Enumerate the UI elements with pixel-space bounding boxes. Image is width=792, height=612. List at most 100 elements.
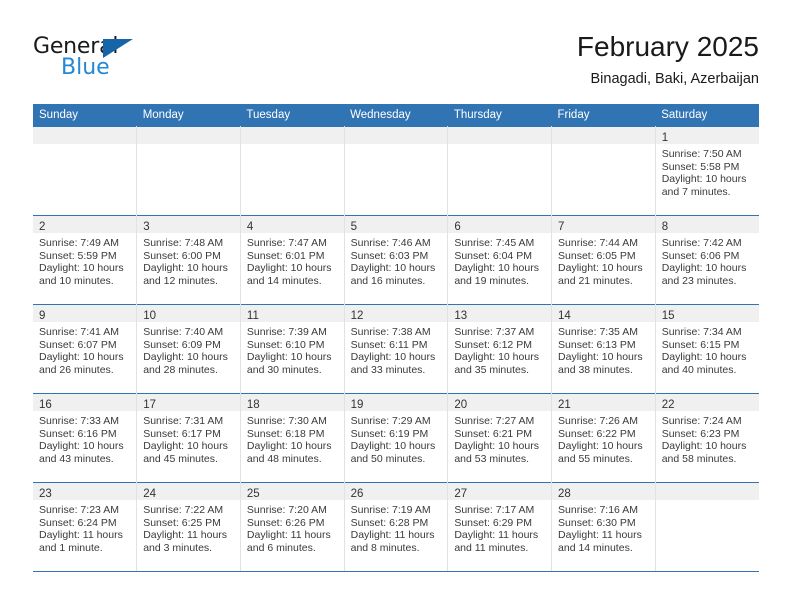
page-subtitle: Binagadi, Baki, Azerbaijan xyxy=(590,71,759,87)
day-details: Sunrise: 7:48 AM Sunset: 6:00 PM Daylight:… xyxy=(137,233,240,287)
sunrise-text: Sunrise: 7:19 AM xyxy=(350,504,431,516)
daylight-text: Daylight: 10 hours and 58 minutes. xyxy=(661,440,747,465)
day-details: Sunrise: 7:46 AM Sunset: 6:03 PM Daylight:… xyxy=(345,233,448,287)
sunrise-text: Sunrise: 7:45 AM xyxy=(454,237,535,249)
calendar-page: General Blue February 2025 Binagadi, Bak… xyxy=(0,0,792,612)
day-cell-content: 11 Sunrise: 7:39 AM Sunset: 6:10 PM Dayligh… xyxy=(240,305,344,393)
day-number: 4 xyxy=(246,221,254,233)
sunrise-text: Sunrise: 7:42 AM xyxy=(661,237,742,249)
calendar-day-cell[interactable]: 12 Sunrise: 7:38 AM Sunset: 6:11 PM Dayligh… xyxy=(344,304,449,394)
sunrise-text: Sunrise: 7:20 AM xyxy=(246,504,327,516)
day-number-band: 28 xyxy=(552,483,655,500)
day-details: Sunrise: 7:42 AM Sunset: 6:06 PM Daylight:… xyxy=(656,233,759,287)
sunset-text: Sunset: 6:24 PM xyxy=(39,516,117,529)
calendar-day-cell[interactable]: 22 Sunrise: 7:24 AM Sunset: 6:23 PM Dayligh… xyxy=(655,393,759,483)
daylight-text: Daylight: 10 hours and 7 minutes. xyxy=(661,173,747,198)
calendar-day-cell[interactable]: 15 Sunrise: 7:34 AM Sunset: 6:15 PM Dayligh… xyxy=(655,304,759,394)
calendar-day-cell[interactable]: 23 Sunrise: 7:23 AM Sunset: 6:24 PM Dayligh… xyxy=(33,482,138,572)
calendar-day-cell[interactable]: 14 Sunrise: 7:35 AM Sunset: 6:13 PM Dayligh… xyxy=(551,304,656,394)
calendar-day-cell[interactable]: 16 Sunrise: 7:33 AM Sunset: 6:16 PM Dayligh… xyxy=(33,393,138,483)
sunset-text: Sunset: 6:03 PM xyxy=(350,249,429,262)
day-details: Sunrise: 7:50 AM Sunset: 5:58 PM Daylight:… xyxy=(656,144,759,198)
sunset-text: Sunset: 6:18 PM xyxy=(246,427,325,440)
calendar-day-cell[interactable]: 4 Sunrise: 7:47 AM Sunset: 6:01 PM Daylight… xyxy=(240,215,345,305)
day-number-band: 14 xyxy=(552,305,655,322)
sunrise-text: Sunrise: 7:30 AM xyxy=(246,415,327,427)
sunrise-text: Sunrise: 7:27 AM xyxy=(454,415,535,427)
day-cell-content: 22 Sunrise: 7:24 AM Sunset: 6:23 PM Dayligh… xyxy=(655,394,759,482)
day-number-band xyxy=(655,483,759,500)
calendar-day-cell[interactable]: 10 Sunrise: 7:40 AM Sunset: 6:09 PM Dayligh… xyxy=(136,304,241,394)
daylight-text: Daylight: 10 hours and 45 minutes. xyxy=(143,440,228,465)
weekday-header-thursday: Thursday xyxy=(447,104,552,127)
day-cell-content: 28 Sunrise: 7:16 AM Sunset: 6:30 PM Dayligh… xyxy=(552,483,655,571)
calendar-day-cell[interactable]: 17 Sunrise: 7:31 AM Sunset: 6:17 PM Dayligh… xyxy=(136,393,241,483)
day-number-band xyxy=(344,127,448,144)
day-number-band: 25 xyxy=(240,483,344,500)
sunrise-text: Sunrise: 7:41 AM xyxy=(39,326,119,338)
sunset-text: Sunset: 6:19 PM xyxy=(350,427,429,440)
day-cell-content: 9 Sunrise: 7:41 AM Sunset: 6:07 PM Daylight… xyxy=(33,305,137,393)
sunrise-text: Sunrise: 7:40 AM xyxy=(143,326,224,338)
calendar-week-row: 9 Sunrise: 7:41 AM Sunset: 6:07 PM Daylight… xyxy=(33,304,759,394)
calendar-day-cell[interactable]: 1 Sunrise: 7:50 AM Sunset: 5:58 PM Daylight… xyxy=(655,126,759,216)
sunrise-text: Sunrise: 7:47 AM xyxy=(246,237,327,249)
day-number: 25 xyxy=(246,488,260,500)
day-cell-content: 14 Sunrise: 7:35 AM Sunset: 6:13 PM Dayligh… xyxy=(552,305,655,393)
calendar-day-cell[interactable]: 21 Sunrise: 7:26 AM Sunset: 6:22 PM Dayligh… xyxy=(551,393,656,483)
calendar-day-cell[interactable]: 25 Sunrise: 7:20 AM Sunset: 6:26 PM Dayligh… xyxy=(240,482,345,572)
day-details: Sunrise: 7:16 AM Sunset: 6:30 PM Daylight:… xyxy=(552,500,655,554)
day-number-band: 12 xyxy=(344,305,448,322)
day-number-band: 13 xyxy=(448,305,552,322)
daylight-text: Daylight: 10 hours and 10 minutes. xyxy=(39,262,124,287)
calendar-day-cell[interactable]: 8 Sunrise: 7:42 AM Sunset: 6:06 PM Daylight… xyxy=(655,215,759,305)
day-cell-content: 7 Sunrise: 7:44 AM Sunset: 6:05 PM Daylight… xyxy=(552,216,655,304)
daylight-text: Daylight: 10 hours and 50 minutes. xyxy=(350,440,436,465)
day-number-band: 18 xyxy=(240,394,344,411)
calendar-day-cell[interactable]: 2 Sunrise: 7:49 AM Sunset: 5:59 PM Daylight… xyxy=(33,215,138,305)
sunrise-text: Sunrise: 7:49 AM xyxy=(39,237,119,249)
day-number: 24 xyxy=(143,488,156,500)
calendar-day-cell[interactable]: 13 Sunrise: 7:37 AM Sunset: 6:12 PM Dayligh… xyxy=(447,304,553,394)
calendar-day-cell[interactable]: 7 Sunrise: 7:44 AM Sunset: 6:05 PM Daylight… xyxy=(551,215,656,305)
day-number: 15 xyxy=(661,310,675,322)
calendar-day-cell[interactable]: 19 Sunrise: 7:29 AM Sunset: 6:19 PM Dayligh… xyxy=(344,393,449,483)
day-cell-content: 6 Sunrise: 7:45 AM Sunset: 6:04 PM Daylight… xyxy=(448,216,552,304)
calendar-day-cell[interactable]: 26 Sunrise: 7:19 AM Sunset: 6:28 PM Dayligh… xyxy=(344,482,449,572)
daylight-text: Daylight: 10 hours and 19 minutes. xyxy=(454,262,539,287)
day-cell-content: 19 Sunrise: 7:29 AM Sunset: 6:19 PM Dayligh… xyxy=(344,394,448,482)
calendar-day-cell[interactable]: 6 Sunrise: 7:45 AM Sunset: 6:04 PM Daylight… xyxy=(447,215,553,305)
calendar-day-cell[interactable]: 11 Sunrise: 7:39 AM Sunset: 6:10 PM Dayligh… xyxy=(240,304,345,394)
day-details: Sunrise: 7:40 AM Sunset: 6:09 PM Daylight:… xyxy=(137,322,240,376)
day-details: Sunrise: 7:33 AM Sunset: 6:16 PM Daylight:… xyxy=(33,411,136,465)
day-details: Sunrise: 7:37 AM Sunset: 6:12 PM Daylight:… xyxy=(448,322,551,376)
calendar-day-cell[interactable]: 5 Sunrise: 7:46 AM Sunset: 6:03 PM Daylight… xyxy=(344,215,449,305)
calendar-day-cell[interactable]: 20 Sunrise: 7:27 AM Sunset: 6:21 PM Dayligh… xyxy=(447,393,553,483)
day-details: Sunrise: 7:19 AM Sunset: 6:28 PM Daylight:… xyxy=(345,500,448,554)
day-details: Sunrise: 7:17 AM Sunset: 6:29 PM Daylight:… xyxy=(448,500,551,554)
daylight-text: Daylight: 10 hours and 43 minutes. xyxy=(39,440,124,465)
day-number-band: 7 xyxy=(552,216,655,233)
calendar-day-cell[interactable]: 18 Sunrise: 7:30 AM Sunset: 6:18 PM Dayligh… xyxy=(240,393,345,483)
calendar-day-cell[interactable]: 3 Sunrise: 7:48 AM Sunset: 6:00 PM Daylight… xyxy=(136,215,241,305)
day-number-band: 16 xyxy=(33,394,137,411)
calendar-day-cell[interactable]: 28 Sunrise: 7:16 AM Sunset: 6:30 PM Dayligh… xyxy=(551,482,656,572)
calendar-day-cell[interactable]: 27 Sunrise: 7:17 AM Sunset: 6:29 PM Dayligh… xyxy=(447,482,553,572)
generalblue-logo[interactable]: General Blue xyxy=(33,34,253,94)
day-cell-content xyxy=(552,127,655,215)
calendar-header-row: Sunday Monday Tuesday Wednesday Thursday… xyxy=(33,104,759,127)
daylight-text: Daylight: 10 hours and 35 minutes. xyxy=(454,351,539,376)
daylight-text: Daylight: 10 hours and 30 minutes. xyxy=(246,351,332,376)
day-number-band: 1 xyxy=(655,127,759,144)
daylight-text: Daylight: 10 hours and 28 minutes. xyxy=(143,351,228,376)
day-number: 28 xyxy=(558,488,571,500)
sunrise-text: Sunrise: 7:46 AM xyxy=(350,237,431,249)
day-details: Sunrise: 7:30 AM Sunset: 6:18 PM Daylight:… xyxy=(241,411,344,465)
day-cell-content xyxy=(344,127,448,215)
weekday-header-friday: Friday xyxy=(551,104,656,127)
calendar-day-cell[interactable]: 24 Sunrise: 7:22 AM Sunset: 6:25 PM Dayligh… xyxy=(136,482,241,572)
day-number-band xyxy=(448,127,552,144)
calendar-day-cell[interactable]: 9 Sunrise: 7:41 AM Sunset: 6:07 PM Daylight… xyxy=(33,304,138,394)
day-number-band: 2 xyxy=(33,216,137,233)
logo-text-blue: Blue xyxy=(61,55,110,80)
